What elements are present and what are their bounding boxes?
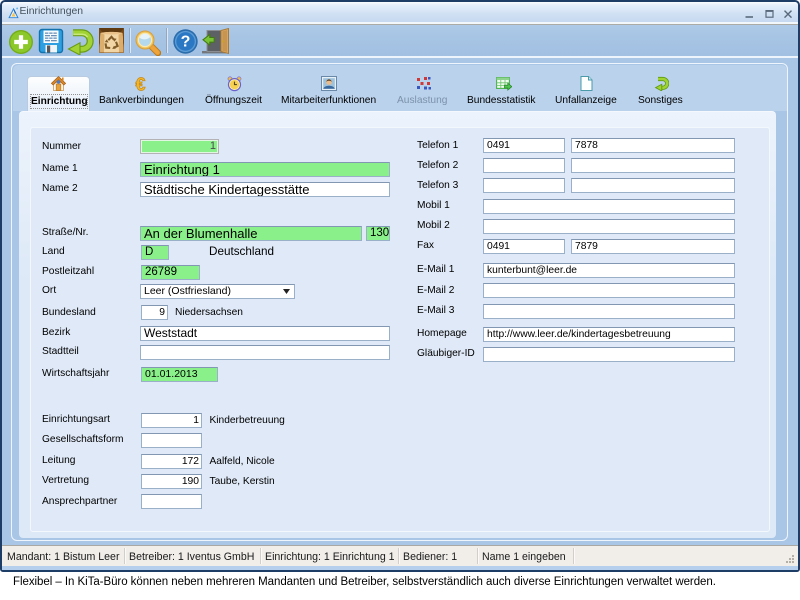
svg-text:?: ? [181,34,191,51]
svg-text:€: € [135,76,145,92]
